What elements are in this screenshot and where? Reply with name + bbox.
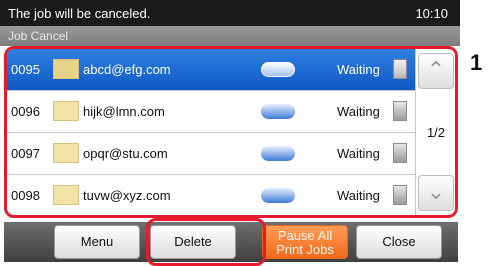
- delete-highlight-frame: [146, 218, 266, 266]
- envelope-icon: [53, 59, 79, 79]
- job-number: 0096: [11, 104, 40, 119]
- job-list: 0095 abcd@efg.com Waiting 0096 hijk@lmn.…: [4, 46, 458, 218]
- callout-number: 1: [470, 50, 483, 75]
- scroll-down-button[interactable]: ⌄: [418, 175, 454, 211]
- job-row[interactable]: 0098 tuvw@xyz.com Waiting: [7, 175, 415, 215]
- job-row[interactable]: 0097 opqr@stu.com Waiting: [7, 133, 415, 175]
- job-destination: abcd@efg.com: [83, 62, 171, 77]
- scroll-up-button[interactable]: ⌃: [418, 53, 454, 89]
- page-indicator: 1/2: [426, 125, 446, 140]
- clock: 10:10: [415, 6, 448, 21]
- send-type-icon: [261, 188, 295, 203]
- job-status: Waiting: [337, 62, 380, 77]
- pause-all-print-jobs-button[interactable]: Pause All Print Jobs: [262, 225, 348, 259]
- job-destination: opqr@stu.com: [83, 146, 168, 161]
- job-destination: hijk@lmn.com: [83, 104, 165, 119]
- menu-button[interactable]: Menu: [54, 225, 140, 259]
- job-destination: tuvw@xyz.com: [83, 188, 171, 203]
- job-status: Waiting: [337, 146, 380, 161]
- pause-label-line2: Print Jobs: [276, 242, 334, 257]
- send-type-icon: [261, 62, 295, 77]
- job-row[interactable]: 0095 abcd@efg.com Waiting: [7, 49, 415, 91]
- document-status-icon: [393, 59, 407, 79]
- document-status-icon: [393, 143, 407, 163]
- chevron-up-icon: ⌃: [426, 57, 446, 82]
- message-bar: The job will be canceled. 10:10: [0, 0, 460, 26]
- send-type-icon: [261, 104, 295, 119]
- chevron-down-icon: ⌄: [426, 179, 446, 204]
- scroll-column: ⌃ 1/2 ⌄: [415, 49, 455, 215]
- envelope-icon: [53, 185, 79, 205]
- job-number: 0098: [11, 188, 40, 203]
- job-row[interactable]: 0096 hijk@lmn.com Waiting: [7, 91, 415, 133]
- envelope-icon: [53, 143, 79, 163]
- job-number: 0097: [11, 146, 40, 161]
- job-status: Waiting: [337, 188, 380, 203]
- job-number: 0095: [11, 62, 40, 77]
- pause-label-line1: Pause All: [277, 228, 333, 243]
- close-button[interactable]: Close: [356, 225, 442, 259]
- status-message: The job will be canceled.: [8, 6, 151, 21]
- envelope-icon: [53, 101, 79, 121]
- send-type-icon: [261, 146, 295, 161]
- screen-title-bar: Job Cancel: [0, 26, 460, 46]
- document-status-icon: [393, 101, 407, 121]
- document-status-icon: [393, 185, 407, 205]
- job-cancel-screen: The job will be canceled. 10:10 Job Canc…: [0, 0, 460, 266]
- job-status: Waiting: [337, 104, 380, 119]
- screen-title: Job Cancel: [8, 29, 69, 43]
